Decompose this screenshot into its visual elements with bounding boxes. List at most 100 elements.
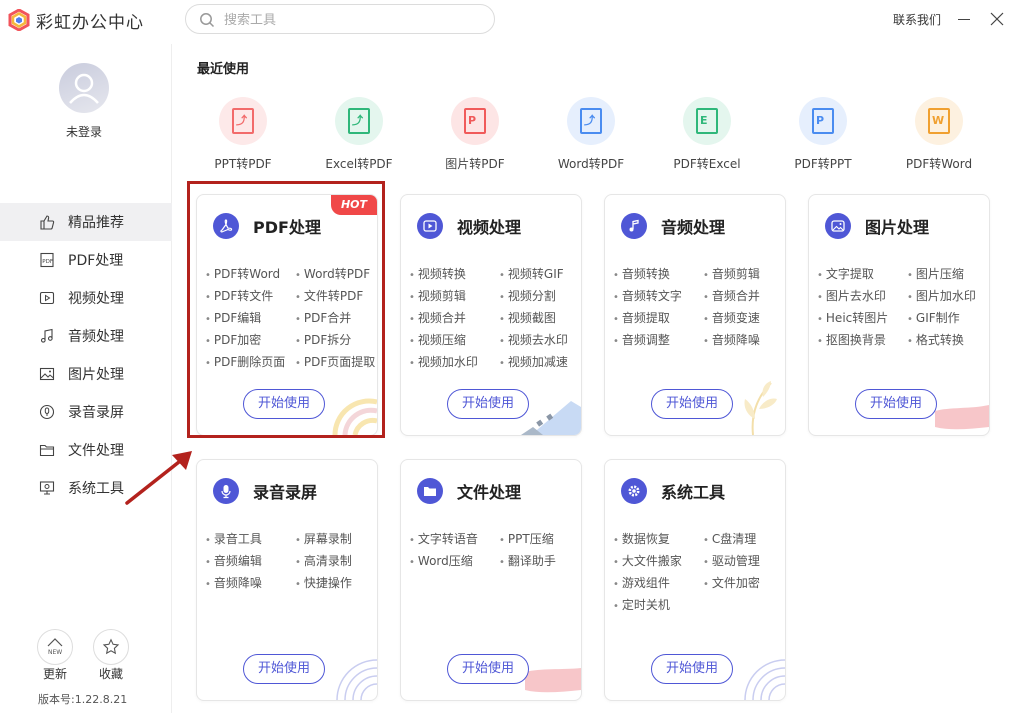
card-item[interactable]: GIF制作 [907,309,987,331]
recent-item-pdf-to-word[interactable]: W PDF转Word [881,97,997,172]
search-input[interactable] [224,10,474,30]
hot-badge: HOT [331,195,377,215]
sidebar-item-record[interactable]: 录音录屏 [0,393,172,431]
card-item[interactable]: 视频加水印 [409,353,499,375]
start-button[interactable]: 开始使用 [651,389,733,419]
recent-item-word-to-pdf[interactable]: ⤴ Word转PDF [533,97,649,172]
app-title: 彩虹办公中心 [36,13,144,33]
update-button[interactable]: NEW [37,629,73,665]
card-item[interactable]: 文字转语音 [409,530,499,552]
music-icon [38,327,56,345]
card-item[interactable]: 音频转换 [613,265,703,287]
start-button[interactable]: 开始使用 [243,389,325,419]
card-item[interactable]: PDF拆分 [295,331,375,353]
card-item[interactable]: 文件加密 [703,574,783,596]
recent-tools: ⤴ PPT转PDF ⤴ Excel转PDF P 图片转PDF ⤴ Word转PD… [185,97,995,177]
recent-section-title: 最近使用 [197,62,250,77]
card-video[interactable]: 视频处理 视频转换 视频转GIF 视频剪辑 视频分割 视频合并 视频截图 视频压… [400,194,582,436]
favorite-button[interactable] [93,629,129,665]
card-item[interactable]: 图片加水印 [907,287,987,309]
card-item[interactable]: 文字提取 [817,265,907,287]
card-item[interactable]: 文件转PDF [295,287,375,309]
card-record[interactable]: 录音录屏 录音工具 屏幕录制 音频编辑 高清录制 音频降噪 快捷操作 开始使用 [196,459,378,701]
start-button[interactable]: 开始使用 [243,654,325,684]
card-item[interactable]: 视频截图 [499,309,579,331]
contact-us-link[interactable]: 联系我们 [893,11,941,28]
card-item[interactable]: 格式转换 [907,331,987,353]
card-system[interactable]: 系统工具 数据恢复 C盘清理 大文件搬家 驱动管理 游戏组件 文件加密 定时关机… [604,459,786,701]
card-item[interactable]: 视频转换 [409,265,499,287]
card-item[interactable]: 定时关机 [613,596,703,618]
card-item[interactable]: PDF页面提取 [295,353,375,375]
card-file[interactable]: 文件处理 文字转语音 PPT压缩 Word压缩 翻译助手 开始使用 [400,459,582,701]
card-item[interactable]: 视频合并 [409,309,499,331]
start-button[interactable]: 开始使用 [855,389,937,419]
card-item[interactable]: PDF合并 [295,309,375,331]
card-item[interactable]: 驱动管理 [703,552,783,574]
card-item[interactable]: PDF编辑 [205,309,295,331]
card-item[interactable]: 视频加减速 [499,353,579,375]
start-button[interactable]: 开始使用 [447,389,529,419]
card-item[interactable]: PDF删除页面 [205,353,295,375]
sidebar-item-video[interactable]: 视频处理 [0,279,172,317]
login-status[interactable]: 未登录 [0,123,168,140]
search-box[interactable] [185,4,495,34]
card-audio[interactable]: 音频处理 音频转换 音频剪辑 音频转文字 音频合并 音频提取 音频变速 音频调整… [604,194,786,436]
card-item[interactable]: Heic转图片 [817,309,907,331]
card-item[interactable]: 图片去水印 [817,287,907,309]
sidebar: 未登录 精品推荐 PDF PDF处理 视频处理 音频处理 图片处理 录音录屏 文… [0,44,172,713]
close-icon[interactable] [988,9,1006,29]
card-item[interactable]: 视频转GIF [499,265,579,287]
card-item[interactable]: 视频压缩 [409,331,499,353]
card-item[interactable]: 录音工具 [205,530,295,552]
recent-item-pdf-to-ppt[interactable]: P PDF转PPT [765,97,881,172]
avatar[interactable] [59,63,109,113]
card-item[interactable]: 抠图换背景 [817,331,907,353]
card-item[interactable]: 音频降噪 [205,574,295,596]
card-item[interactable]: 屏幕录制 [295,530,375,552]
card-item[interactable]: 视频分割 [499,287,579,309]
card-title: 系统工具 [661,483,726,502]
card-item[interactable]: 翻译助手 [499,552,579,574]
card-item[interactable]: PDF加密 [205,331,295,353]
card-item[interactable]: Word压缩 [409,552,499,574]
card-item[interactable]: 音频编辑 [205,552,295,574]
card-item[interactable]: 音频降噪 [703,331,783,353]
minimize-button[interactable] [955,9,973,29]
card-item[interactable]: PDF转文件 [205,287,295,309]
card-item[interactable]: 音频合并 [703,287,783,309]
folder-open-icon [417,478,443,504]
card-item[interactable]: 数据恢复 [613,530,703,552]
start-button[interactable]: 开始使用 [447,654,529,684]
card-item[interactable]: C盘清理 [703,530,783,552]
card-item[interactable]: 游戏组件 [613,574,703,596]
card-item[interactable]: 音频转文字 [613,287,703,309]
card-item[interactable]: 音频调整 [613,331,703,353]
card-item[interactable]: 大文件搬家 [613,552,703,574]
card-item[interactable]: 音频剪辑 [703,265,783,287]
card-item[interactable]: Word转PDF [295,265,375,287]
card-item[interactable]: PDF转Word [205,265,295,287]
card-pdf[interactable]: HOT PDF处理 PDF转Word Word转PDF PDF转文件 文件转PD… [196,194,378,436]
start-button[interactable]: 开始使用 [651,654,733,684]
sidebar-item-audio[interactable]: 音频处理 [0,317,172,355]
card-header: 图片处理 [825,213,929,239]
card-item[interactable]: 音频变速 [703,309,783,331]
app-window: 彩虹办公中心 联系我们 未登录 [0,0,1018,713]
sidebar-item-label: 音频处理 [68,329,124,345]
card-image[interactable]: 图片处理 文字提取 图片压缩 图片去水印 图片加水印 Heic转图片 GIF制作… [808,194,990,436]
sidebar-item-image[interactable]: 图片处理 [0,355,172,393]
recent-item-pdf-to-excel[interactable]: E PDF转Excel [649,97,765,172]
sidebar-item-pdf[interactable]: PDF PDF处理 [0,241,172,279]
recent-item-image-to-pdf[interactable]: P 图片转PDF [417,97,533,172]
card-item[interactable]: 快捷操作 [295,574,375,596]
card-item[interactable]: 视频剪辑 [409,287,499,309]
card-item[interactable]: 高清录制 [295,552,375,574]
recent-item-excel-to-pdf[interactable]: ⤴ Excel转PDF [301,97,417,172]
card-item[interactable]: PPT压缩 [499,530,579,552]
card-item[interactable]: 音频提取 [613,309,703,331]
recent-item-ppt-to-pdf[interactable]: ⤴ PPT转PDF [185,97,301,172]
card-item[interactable]: 图片压缩 [907,265,987,287]
sidebar-item-recommended[interactable]: 精品推荐 [0,203,172,241]
card-item[interactable]: 视频去水印 [499,331,579,353]
